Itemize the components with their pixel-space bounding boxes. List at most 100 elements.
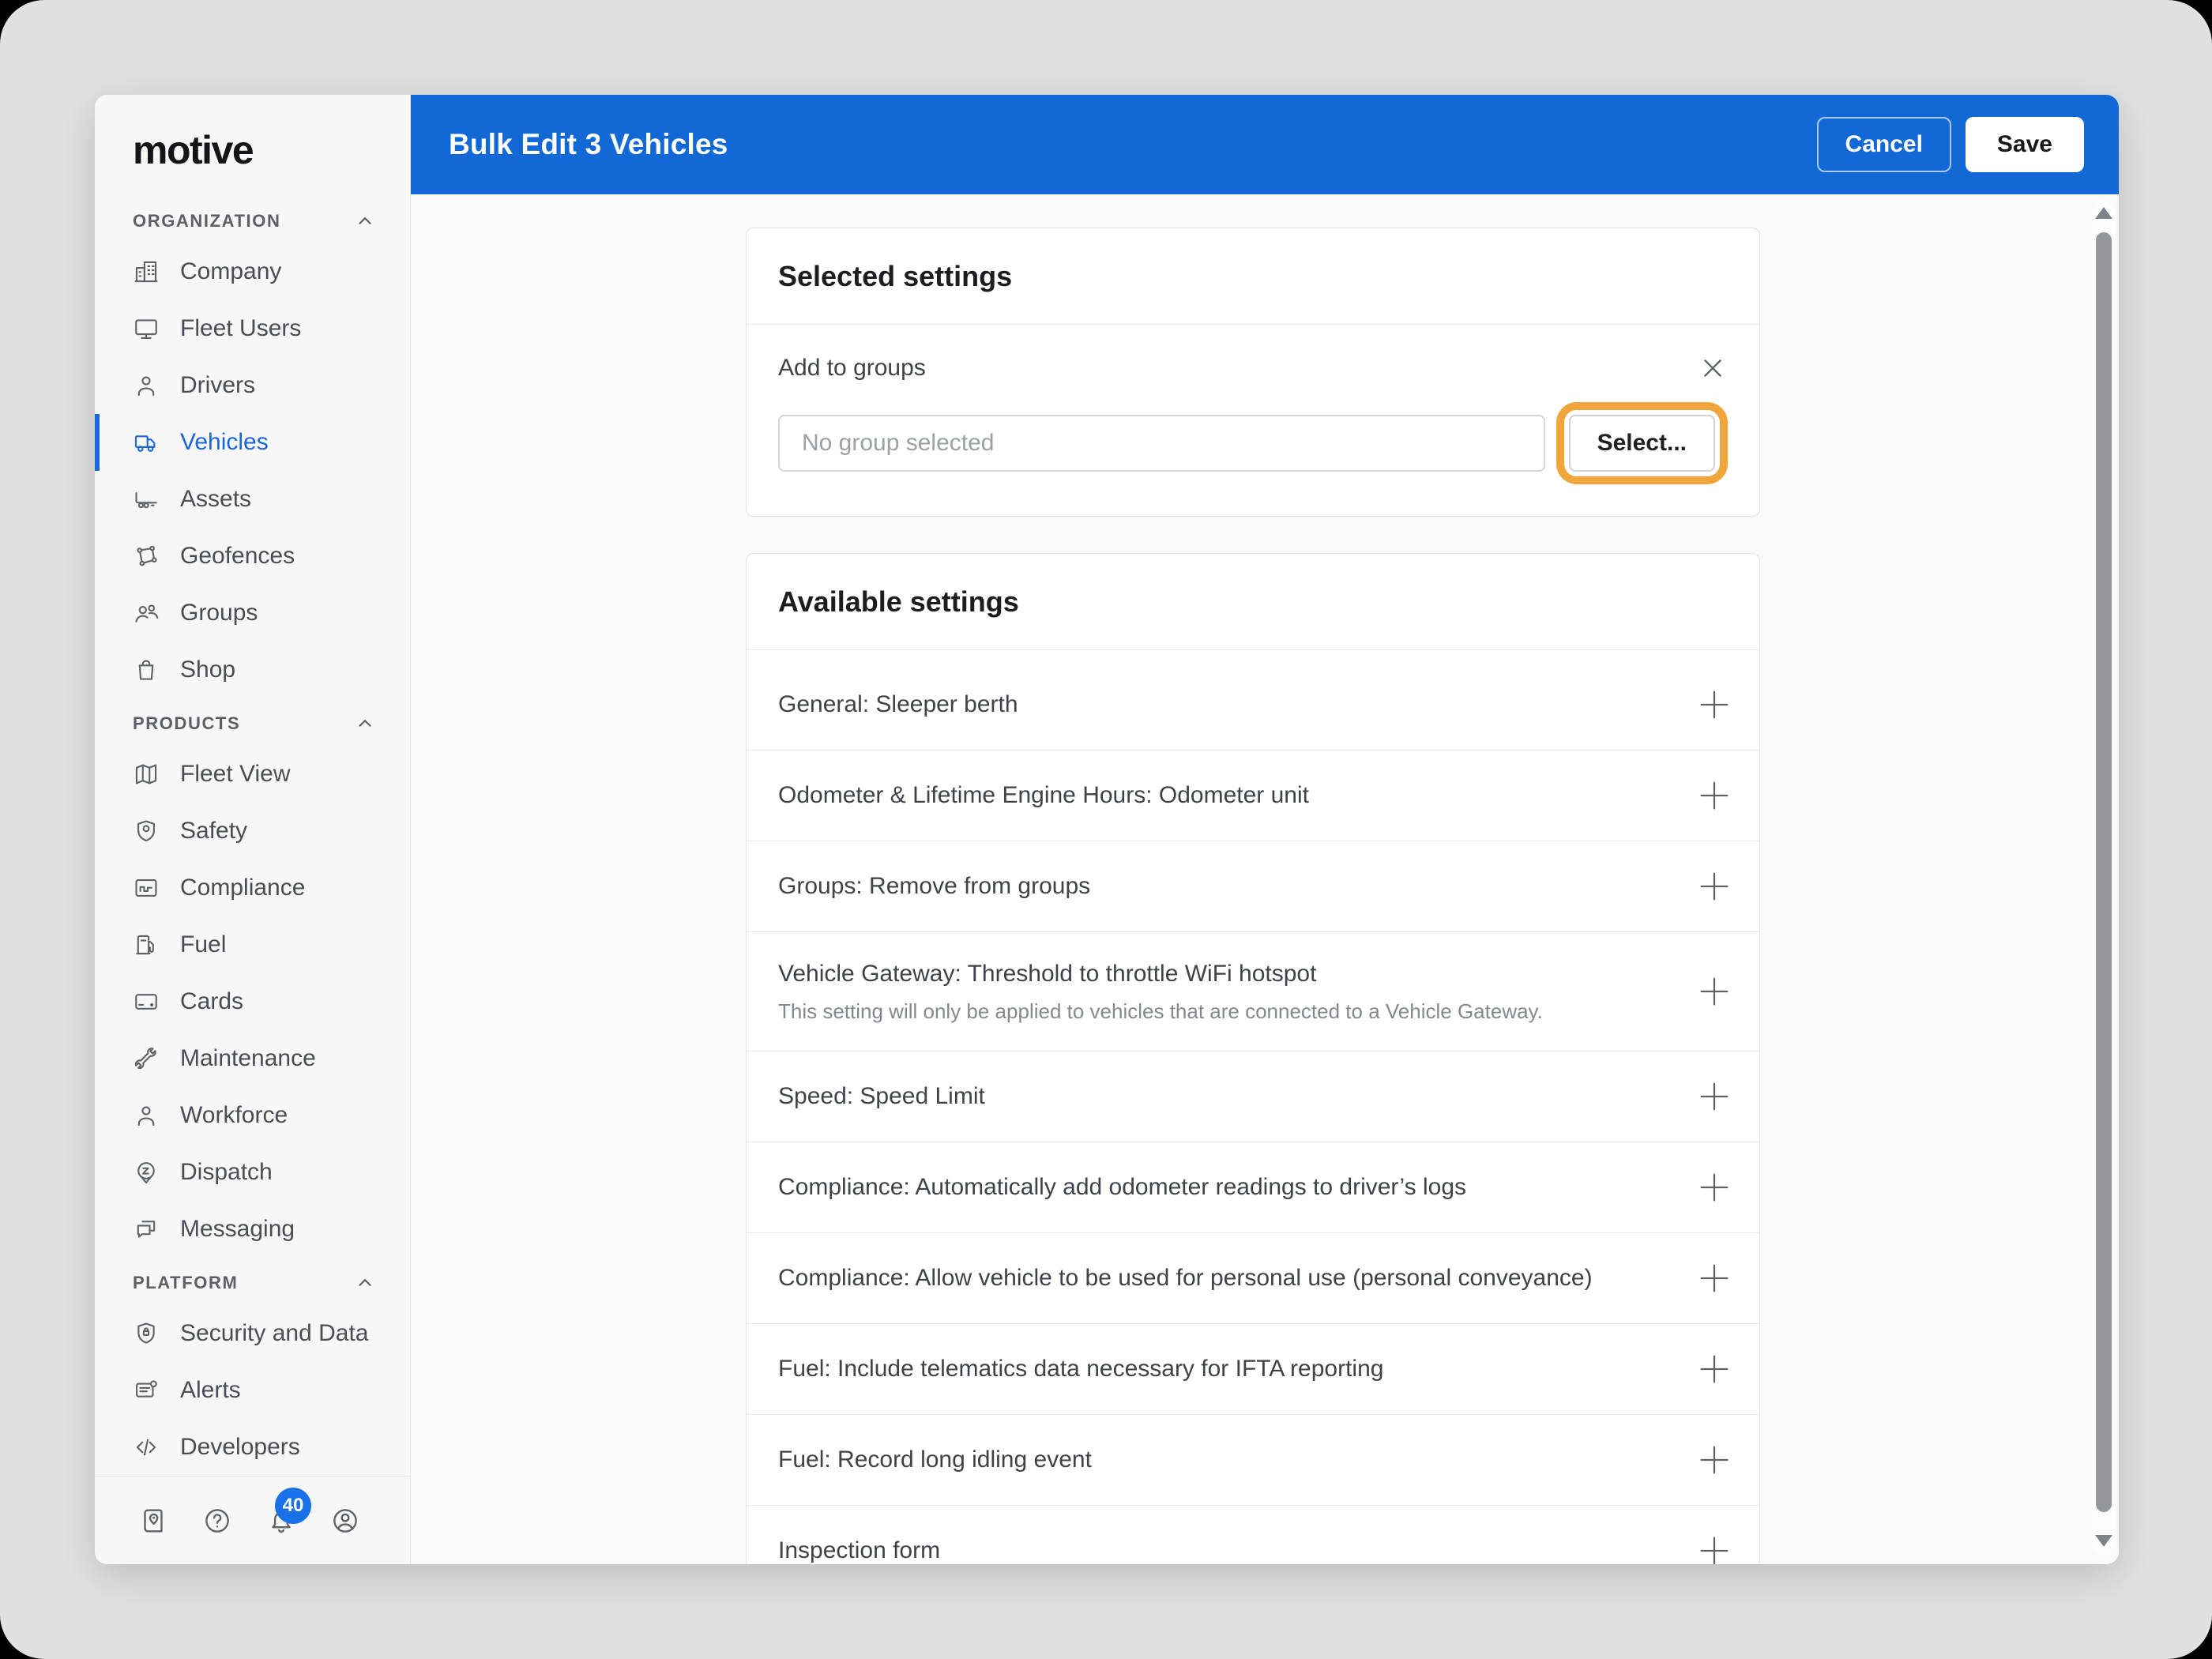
setting-row-groups-remove-from-groups: Groups: Remove from groups xyxy=(747,841,1759,931)
setting-row-fuel-include-telematics-data-necessary-for-ifta-reporting: Fuel: Include telematics data necessary … xyxy=(747,1323,1759,1414)
sidebar-item-label: Fuel xyxy=(180,931,227,957)
scrollbar-up-arrow[interactable] xyxy=(2095,207,2112,219)
plus-icon xyxy=(1700,872,1729,901)
sidebar-item-label: Compliance xyxy=(180,875,306,901)
vertical-scrollbar xyxy=(2092,201,2116,1555)
sidebar-item-label: Security and Data xyxy=(180,1320,369,1346)
shop-icon xyxy=(133,656,160,683)
sidebar-item-security-and-data[interactable]: Security and Data xyxy=(95,1305,410,1362)
remove-setting-button[interactable] xyxy=(1698,353,1728,383)
dispatch-icon xyxy=(133,1159,160,1186)
workforce-icon xyxy=(133,1102,160,1129)
sidebar-item-label: Company xyxy=(180,258,282,284)
sidebar-item-drivers[interactable]: Drivers xyxy=(95,357,410,414)
scrollbar-down-arrow[interactable] xyxy=(2095,1535,2112,1547)
fleet-users-icon xyxy=(133,315,160,342)
sidebar-item-workforce[interactable]: Workforce xyxy=(95,1087,410,1144)
nav-section-organization[interactable]: ORGANIZATION xyxy=(95,199,410,243)
bulk-edit-header: Bulk Edit 3 Vehicles Cancel Save xyxy=(411,95,2119,194)
plus-icon xyxy=(1700,977,1729,1006)
sidebar-item-compliance[interactable]: Compliance xyxy=(95,860,410,916)
setting-row-inspection-form: Inspection form xyxy=(747,1505,1759,1564)
notification-count-badge: 40 xyxy=(275,1487,311,1524)
plus-icon xyxy=(1700,781,1729,810)
setting-row-compliance-allow-vehicle-to-be-used-for-personal-use-personal-conveyance: Compliance: Allow vehicle to be used for… xyxy=(747,1232,1759,1323)
sidebar-item-label: Vehicles xyxy=(180,429,269,455)
add-setting-button[interactable] xyxy=(1696,1533,1732,1564)
sidebar-item-vehicles[interactable]: Vehicles xyxy=(95,414,410,471)
setting-row-label: Vehicle Gateway: Threshold to throttle W… xyxy=(778,961,1317,987)
add-setting-button[interactable] xyxy=(1696,973,1732,1010)
add-setting-button[interactable] xyxy=(1696,777,1732,814)
add-setting-button[interactable] xyxy=(1696,1260,1732,1296)
nav-section-platform[interactable]: PLATFORM xyxy=(95,1261,410,1305)
group-input[interactable] xyxy=(778,415,1545,472)
sidebar-footer: 40 xyxy=(95,1476,410,1564)
security-icon xyxy=(133,1320,160,1347)
footer-button-account[interactable] xyxy=(328,1503,363,1538)
setting-row-label: Odometer & Lifetime Engine Hours: Odomet… xyxy=(778,782,1309,808)
setting-row-label: Compliance: Automatically add odometer r… xyxy=(778,1174,1467,1200)
add-setting-button[interactable] xyxy=(1696,1351,1732,1387)
main-area: Bulk Edit 3 Vehicles Cancel Save Selecte… xyxy=(411,95,2119,1564)
sidebar-item-company[interactable]: Company xyxy=(95,243,410,300)
setting-row-compliance-automatically-add-odometer-readings-to-driver-s-logs: Compliance: Automatically add odometer r… xyxy=(747,1142,1759,1232)
sidebar-item-groups[interactable]: Groups xyxy=(95,585,410,641)
footer-button-guide[interactable] xyxy=(136,1503,171,1538)
geofences-icon xyxy=(133,543,160,570)
developers-icon xyxy=(133,1434,160,1461)
available-settings-card: Available settings General: Sleeper bert… xyxy=(746,553,1760,1564)
setting-row-label: Fuel: Include telematics data necessary … xyxy=(778,1356,1384,1382)
sidebar-item-label: Workforce xyxy=(180,1102,288,1128)
setting-row-speed-speed-limit: Speed: Speed Limit xyxy=(747,1051,1759,1142)
save-button[interactable]: Save xyxy=(1965,117,2084,172)
sidebar-item-assets[interactable]: Assets xyxy=(95,471,410,528)
add-setting-button[interactable] xyxy=(1696,687,1732,723)
sidebar-item-geofences[interactable]: Geofences xyxy=(95,528,410,585)
sidebar-item-label: Drivers xyxy=(180,372,255,398)
add-setting-button[interactable] xyxy=(1696,1169,1732,1206)
sidebar-item-label: Geofences xyxy=(180,543,295,569)
setting-row-label: Groups: Remove from groups xyxy=(778,873,1091,899)
sidebar-item-dispatch[interactable]: Dispatch xyxy=(95,1144,410,1201)
sidebar-nav: ORGANIZATION Company Fleet Users Drivers… xyxy=(95,196,410,1476)
sidebar-item-fleet-users[interactable]: Fleet Users xyxy=(95,300,410,357)
maintenance-icon xyxy=(133,1045,160,1072)
add-setting-button[interactable] xyxy=(1696,1442,1732,1478)
page-title: Bulk Edit 3 Vehicles xyxy=(449,128,728,160)
nav-section-label: PLATFORM xyxy=(133,1273,239,1292)
footer-button-help[interactable] xyxy=(200,1503,235,1538)
selected-setting: Add to groups Select... xyxy=(747,325,1759,516)
add-setting-button[interactable] xyxy=(1696,868,1732,905)
scrollbar-thumb[interactable] xyxy=(2096,232,2112,1512)
sidebar-item-label: Groups xyxy=(180,600,258,626)
select-group-button[interactable]: Select... xyxy=(1568,415,1715,472)
plus-icon xyxy=(1700,1173,1729,1202)
nav-section-label: PRODUCTS xyxy=(133,713,241,733)
sidebar-item-label: Safety xyxy=(180,818,248,844)
sidebar-item-label: Cards xyxy=(180,988,244,1014)
sidebar-item-safety[interactable]: Safety xyxy=(95,803,410,860)
setting-row-label: General: Sleeper berth xyxy=(778,691,1018,717)
fleet-view-icon xyxy=(133,761,160,788)
sidebar: motive ORGANIZATION Company Fleet Users … xyxy=(95,95,411,1564)
sidebar-item-label: Fleet Users xyxy=(180,315,302,341)
screenshot-frame: motive ORGANIZATION Company Fleet Users … xyxy=(0,0,2212,1659)
sidebar-item-developers[interactable]: Developers xyxy=(95,1419,410,1476)
sidebar-item-shop[interactable]: Shop xyxy=(95,641,410,698)
fuel-icon xyxy=(133,931,160,958)
footer-button-notifications[interactable]: 40 xyxy=(264,1487,311,1538)
add-setting-button[interactable] xyxy=(1696,1078,1732,1115)
sidebar-item-fleet-view[interactable]: Fleet View xyxy=(95,746,410,803)
cancel-button[interactable]: Cancel xyxy=(1816,117,1951,172)
drivers-icon xyxy=(133,372,160,399)
sidebar-item-messaging[interactable]: Messaging xyxy=(95,1201,410,1258)
sidebar-item-cards[interactable]: Cards xyxy=(95,973,410,1030)
sidebar-item-fuel[interactable]: Fuel xyxy=(95,916,410,973)
sidebar-item-label: Dispatch xyxy=(180,1159,273,1185)
nav-section-products[interactable]: PRODUCTS xyxy=(95,702,410,746)
sidebar-item-maintenance[interactable]: Maintenance xyxy=(95,1030,410,1087)
select-button-highlight: Select... xyxy=(1556,402,1728,484)
sidebar-item-label: Shop xyxy=(180,656,236,683)
sidebar-item-alerts[interactable]: Alerts xyxy=(95,1362,410,1419)
